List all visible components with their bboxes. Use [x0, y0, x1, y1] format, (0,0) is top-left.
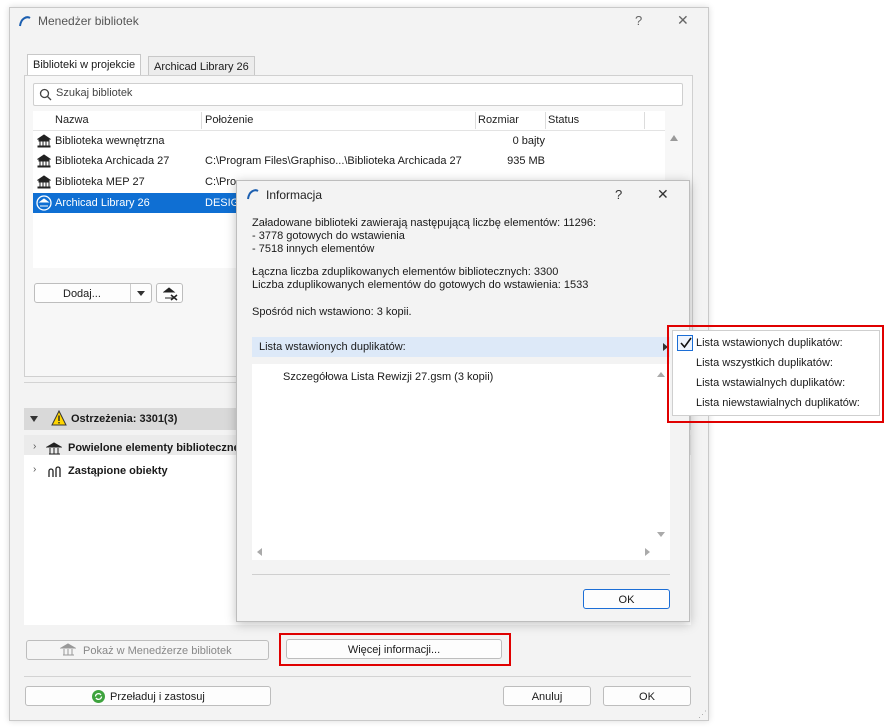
- resize-grip-icon[interactable]: ⋰: [698, 709, 707, 720]
- ok-button[interactable]: OK: [603, 686, 691, 706]
- add-library-button[interactable]: Dodaj...: [34, 283, 152, 303]
- row-name: Biblioteka Archicada 27: [55, 155, 170, 167]
- more-info-button[interactable]: Więcej informacji...: [286, 639, 502, 659]
- menu-item-placed[interactable]: Lista wstawionych duplikatów:: [674, 333, 843, 353]
- tree-item-duplicates[interactable]: Powielone elementy biblioteczne: [68, 442, 240, 454]
- info-dialog-title: Informacja: [266, 188, 323, 202]
- duplicate-counts: Łączna liczba zduplikowanych elementów b…: [252, 266, 588, 292]
- search-placeholder[interactable]: Szukaj bibliotek: [56, 87, 132, 99]
- help-button[interactable]: ?: [615, 187, 622, 202]
- divider: [24, 676, 691, 677]
- menu-item-unplaceable[interactable]: Lista niewstawialnych duplikatów:: [674, 393, 860, 413]
- text-line: - 3778 gotowych do wstawienia: [252, 230, 405, 242]
- scroll-left-icon[interactable]: [257, 548, 262, 556]
- search-box[interactable]: Szukaj bibliotek: [33, 83, 683, 106]
- row-name: Archicad Library 26: [55, 197, 150, 209]
- placed-copies-text: Spośród nich wstawiono: 3 kopii.: [252, 306, 412, 318]
- info-ok-button[interactable]: OK: [583, 589, 670, 609]
- show-in-manager-label: Pokaż w Menedżerze bibliotek: [83, 645, 232, 657]
- row-location: DESIG: [205, 197, 240, 209]
- duplicate-list-dropdown[interactable]: Lista wstawionych duplikatów:: [252, 337, 670, 357]
- column-status[interactable]: Status: [548, 111, 579, 129]
- reload-icon: [92, 690, 105, 703]
- scroll-up-icon[interactable]: [670, 135, 678, 141]
- library-icon: [37, 175, 51, 189]
- remove-library-icon: [163, 287, 178, 301]
- close-button[interactable]: ✕: [677, 12, 689, 29]
- column-location[interactable]: Położenie: [205, 111, 253, 129]
- duplicate-list-menu: Lista wstawionych duplikatów: Lista wszy…: [672, 330, 880, 416]
- remove-library-button[interactable]: [156, 283, 183, 303]
- text-line: - 7518 innych elementów: [252, 243, 375, 255]
- text-line: Załadowane biblioteki zawierają następuj…: [252, 217, 597, 229]
- scroll-up-icon[interactable]: [657, 372, 665, 377]
- divider: [252, 574, 670, 575]
- scroll-right-icon[interactable]: [645, 548, 650, 556]
- row-name: Biblioteka MEP 27: [55, 176, 145, 188]
- replaced-objects-icon: [48, 466, 61, 477]
- tree-item-replaced[interactable]: Zastąpione obiekty: [68, 465, 168, 477]
- row-location: C:\Pro: [205, 176, 237, 188]
- show-in-manager-button[interactable]: Pokaż w Menedżerze bibliotek: [26, 640, 269, 660]
- expand-icon[interactable]: ›: [33, 464, 36, 475]
- column-divider: [475, 112, 476, 129]
- add-button-label: Dodaj...: [63, 288, 101, 300]
- text-line: Łączna liczba zduplikowanych elementów b…: [252, 266, 559, 278]
- library-icon: [37, 154, 51, 168]
- bimcloud-library-icon: [36, 195, 52, 211]
- duplicate-list: [252, 364, 670, 560]
- scroll-down-icon[interactable]: [657, 532, 665, 537]
- row-size: 935 MB: [507, 155, 545, 167]
- column-divider: [201, 112, 202, 129]
- window-title: Menedżer bibliotek: [38, 14, 139, 28]
- reload-label: Przeładuj i zastosuj: [110, 691, 205, 703]
- archicad-logo-icon: [19, 16, 31, 27]
- expand-icon[interactable]: ›: [33, 441, 36, 452]
- warning-icon: [51, 410, 67, 426]
- table-row[interactable]: Biblioteka Archicada 27 C:\Program Files…: [33, 151, 665, 171]
- close-button[interactable]: ✕: [657, 186, 669, 203]
- collapse-icon[interactable]: [30, 416, 38, 422]
- chevron-down-icon[interactable]: [137, 291, 145, 296]
- library-icon: [46, 442, 62, 455]
- row-name: Biblioteka wewnętrzna: [55, 135, 165, 147]
- library-icon: [37, 134, 51, 148]
- button-divider: [130, 284, 131, 302]
- table-row[interactable]: Biblioteka wewnętrzna 0 bajty: [33, 131, 665, 151]
- reload-apply-button[interactable]: Przeładuj i zastosuj: [25, 686, 271, 706]
- help-button[interactable]: ?: [635, 13, 642, 28]
- search-icon: [39, 88, 52, 101]
- column-name[interactable]: Nazwa: [55, 111, 89, 129]
- text-line: Liczba zduplikowanych elementów do gotow…: [252, 279, 589, 291]
- archicad-logo-icon: [247, 189, 259, 200]
- cancel-button[interactable]: Anuluj: [503, 686, 591, 706]
- table-row-selected[interactable]: Archicad Library 26 DESIG: [33, 193, 243, 213]
- column-size[interactable]: Rozmiar: [478, 111, 519, 129]
- column-divider: [644, 112, 645, 129]
- row-size: 0 bajty: [512, 135, 545, 147]
- dropdown-label: Lista wstawionych duplikatów:: [259, 341, 406, 353]
- menu-item-all[interactable]: Lista wszystkich duplikatów:: [674, 353, 833, 373]
- row-location: C:\Program Files\Graphiso...\Biblioteka …: [205, 155, 462, 167]
- library-icon: [60, 643, 76, 656]
- tab-projekt-libraries[interactable]: Biblioteki w projekcie: [27, 54, 142, 77]
- list-item[interactable]: Szczegółowa Lista Rewizji 27.gsm (3 kopi…: [283, 371, 493, 383]
- warnings-label: Ostrzeżenia: 3301(3): [71, 413, 178, 425]
- element-counts: Załadowane biblioteki zawierają następuj…: [252, 217, 596, 256]
- column-divider: [545, 112, 546, 129]
- tab-archicad-library[interactable]: Archicad Library 26: [148, 56, 255, 77]
- menu-item-placeable[interactable]: Lista wstawialnych duplikatów:: [674, 373, 845, 393]
